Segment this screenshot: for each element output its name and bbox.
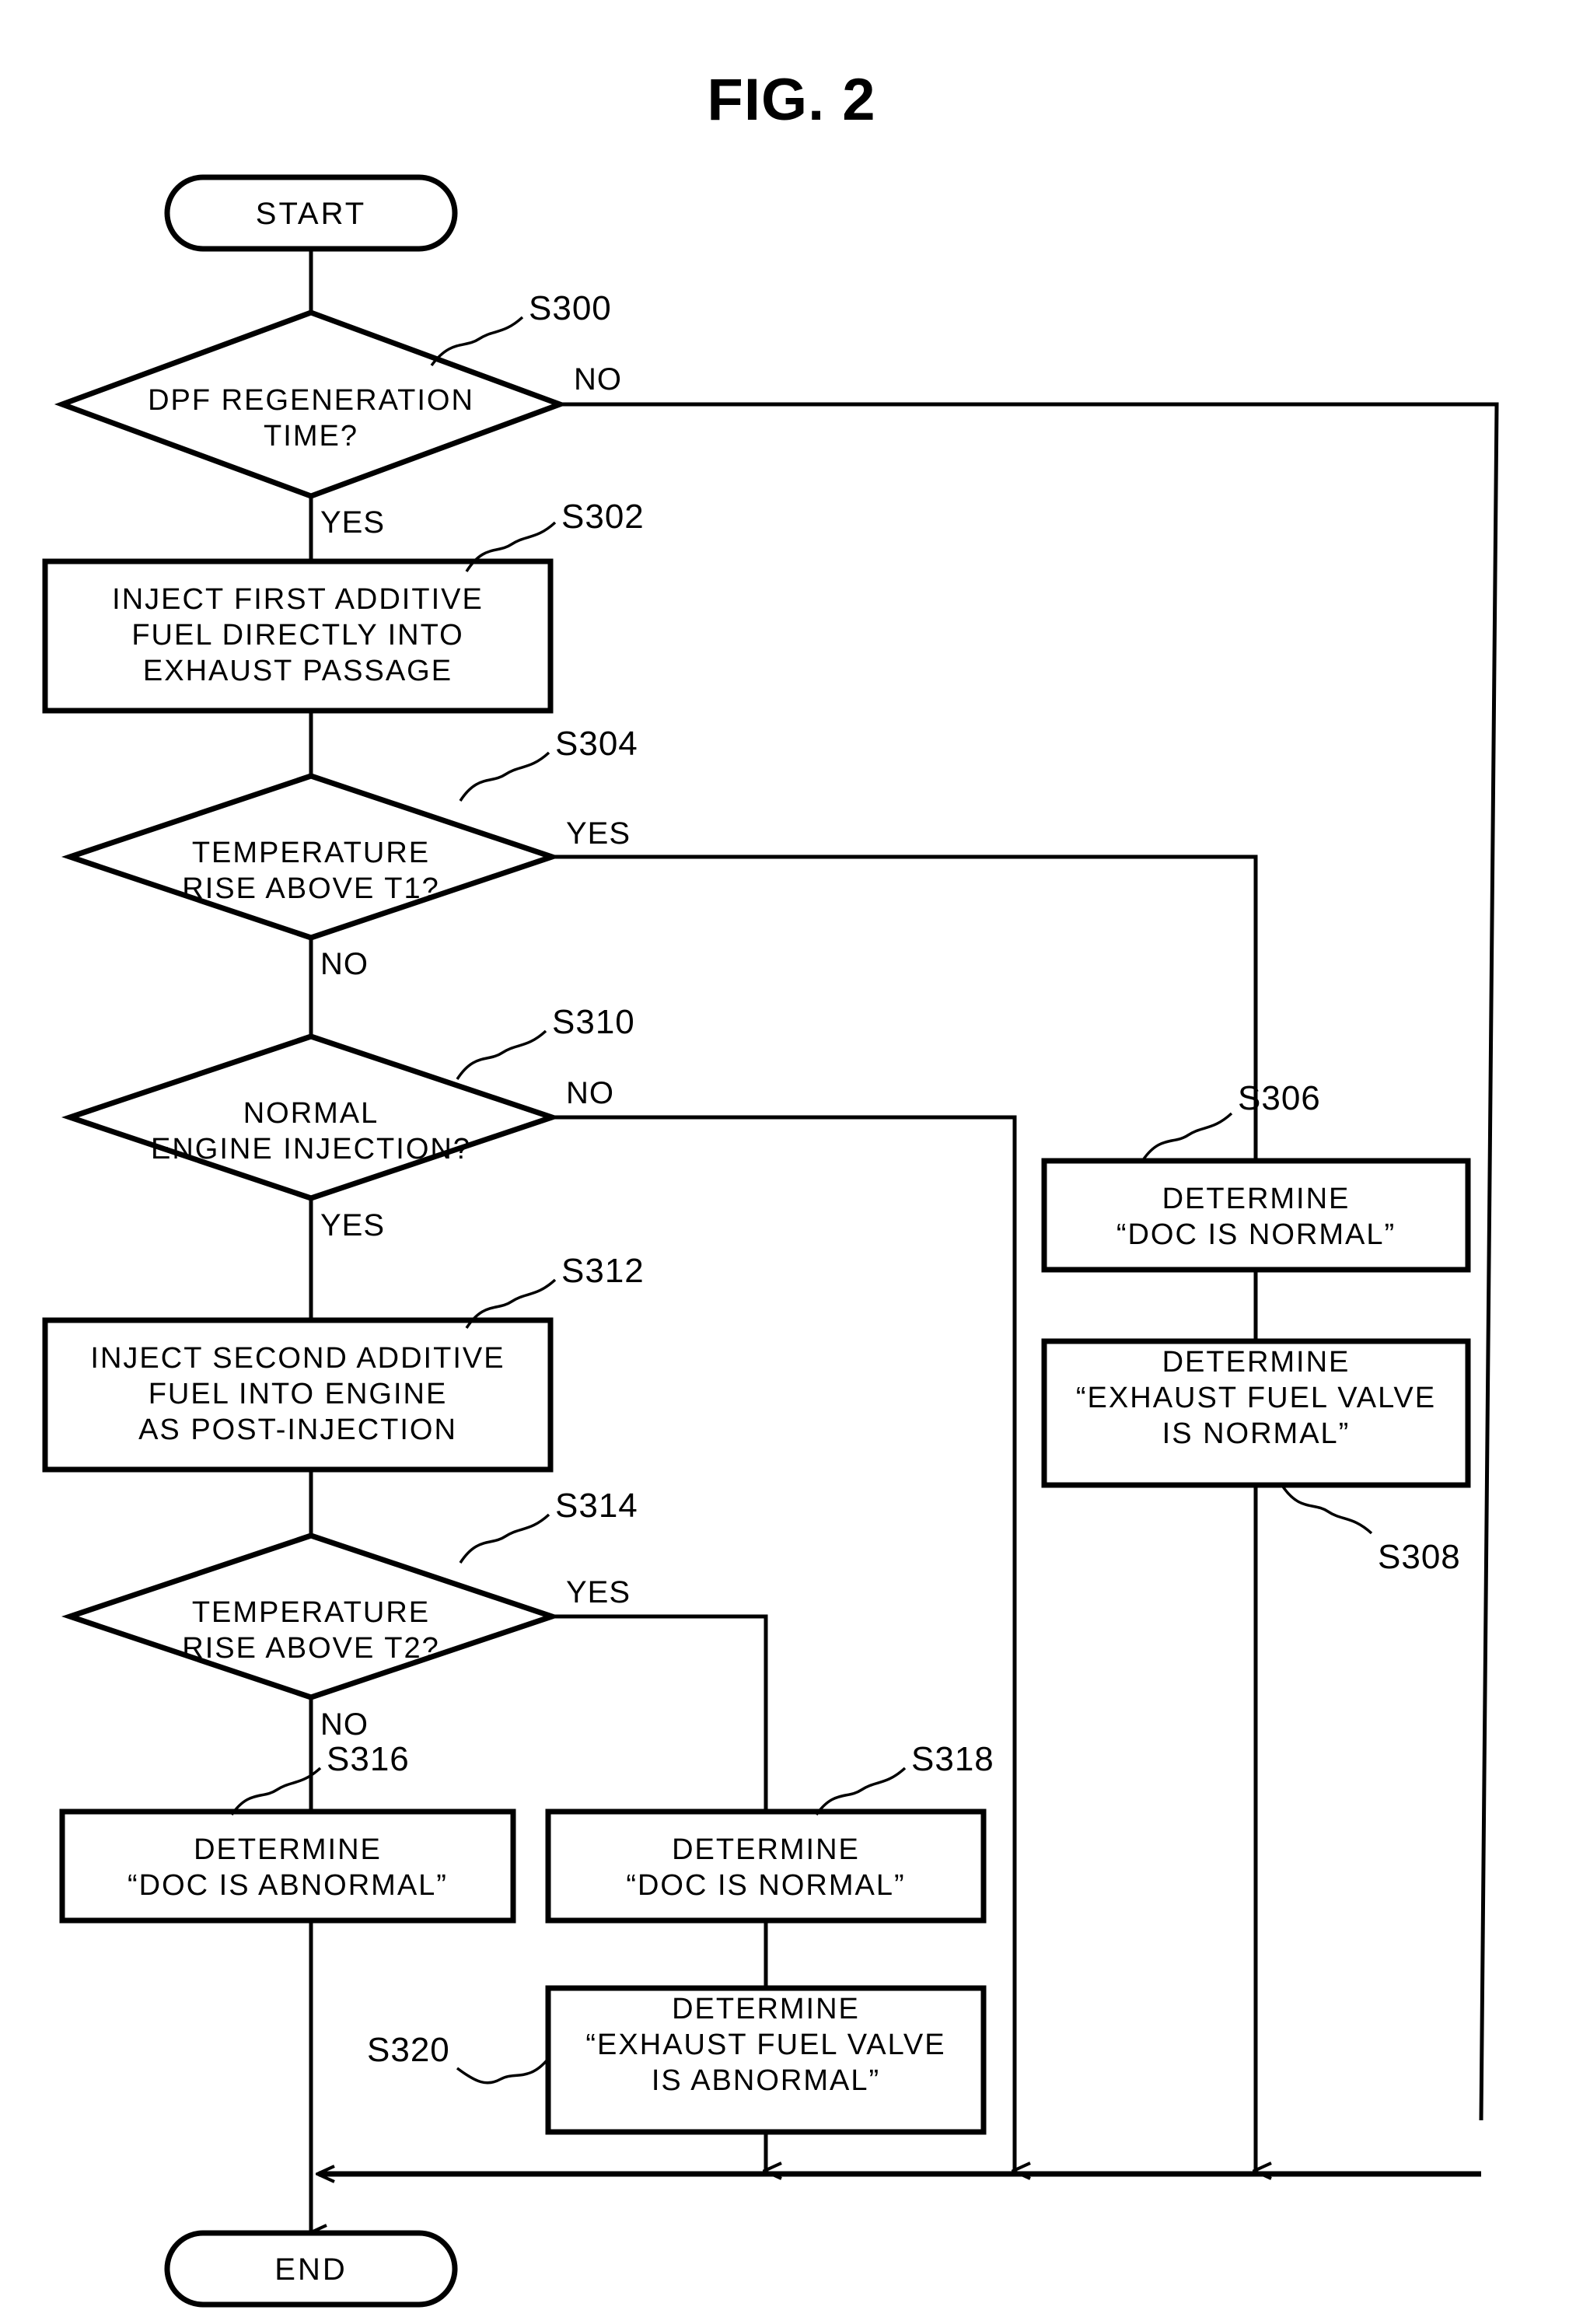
- leader-s310: [456, 1029, 547, 1080]
- step-ref-s300: S300: [529, 289, 612, 327]
- s304-diamond-shape: [61, 773, 561, 941]
- branch-label-s314-yes: YES: [566, 1575, 631, 1609]
- end-terminal-shape: [164, 2230, 458, 2308]
- step-ref-s318: S318: [911, 1740, 994, 1778]
- branch-label-s304-yes: YES: [566, 816, 631, 851]
- step-ref-s320: S320: [367, 2031, 450, 2069]
- leader-s308: [1281, 1486, 1373, 1535]
- s312-box-shape: [42, 1317, 554, 1473]
- branch-label-s310-no: NO: [566, 1076, 614, 1110]
- leader-s318: [815, 1767, 907, 1816]
- figure-canvas: FIG. 2 START DPF REGENERATION TIME? INJE…: [0, 0, 1583, 2324]
- step-ref-s312: S312: [561, 1252, 645, 1290]
- branch-label-s300-yes: YES: [320, 505, 386, 540]
- edge-s304-yes: [552, 854, 1258, 1161]
- s316-box-shape: [59, 1809, 516, 1924]
- s300-diamond-shape: [54, 309, 568, 499]
- step-ref-s314: S314: [555, 1487, 638, 1525]
- leader-s304: [459, 751, 550, 802]
- step-ref-s302: S302: [561, 498, 645, 536]
- branch-label-s304-no: NO: [320, 947, 369, 981]
- leader-s306: [1141, 1112, 1233, 1161]
- step-ref-s310: S310: [552, 1003, 635, 1041]
- s306-box-shape: [1041, 1158, 1471, 1273]
- s308-box-shape: [1041, 1338, 1471, 1488]
- s318-box-shape: [545, 1809, 987, 1924]
- branch-label-s314-no: NO: [320, 1707, 369, 1742]
- step-ref-s306: S306: [1238, 1079, 1321, 1117]
- step-ref-s304: S304: [555, 725, 638, 763]
- branch-label-s300-no: NO: [574, 362, 622, 397]
- leader-s314: [459, 1513, 550, 1564]
- leader-s300: [430, 316, 524, 367]
- edge-s314-yes: [552, 1614, 768, 1812]
- s320-box-shape: [545, 1985, 987, 2135]
- flowchart-graphics: [42, 174, 1499, 2308]
- step-ref-s308: S308: [1378, 1538, 1461, 1576]
- s314-diamond-shape: [61, 1532, 561, 1700]
- start-terminal-shape: [164, 174, 458, 252]
- s302-box-shape: [42, 558, 554, 714]
- leader-s316: [230, 1767, 322, 1816]
- leader-s320: [456, 2057, 550, 2085]
- step-ref-s316: S316: [327, 1740, 410, 1778]
- branch-label-s310-yes: YES: [320, 1208, 386, 1242]
